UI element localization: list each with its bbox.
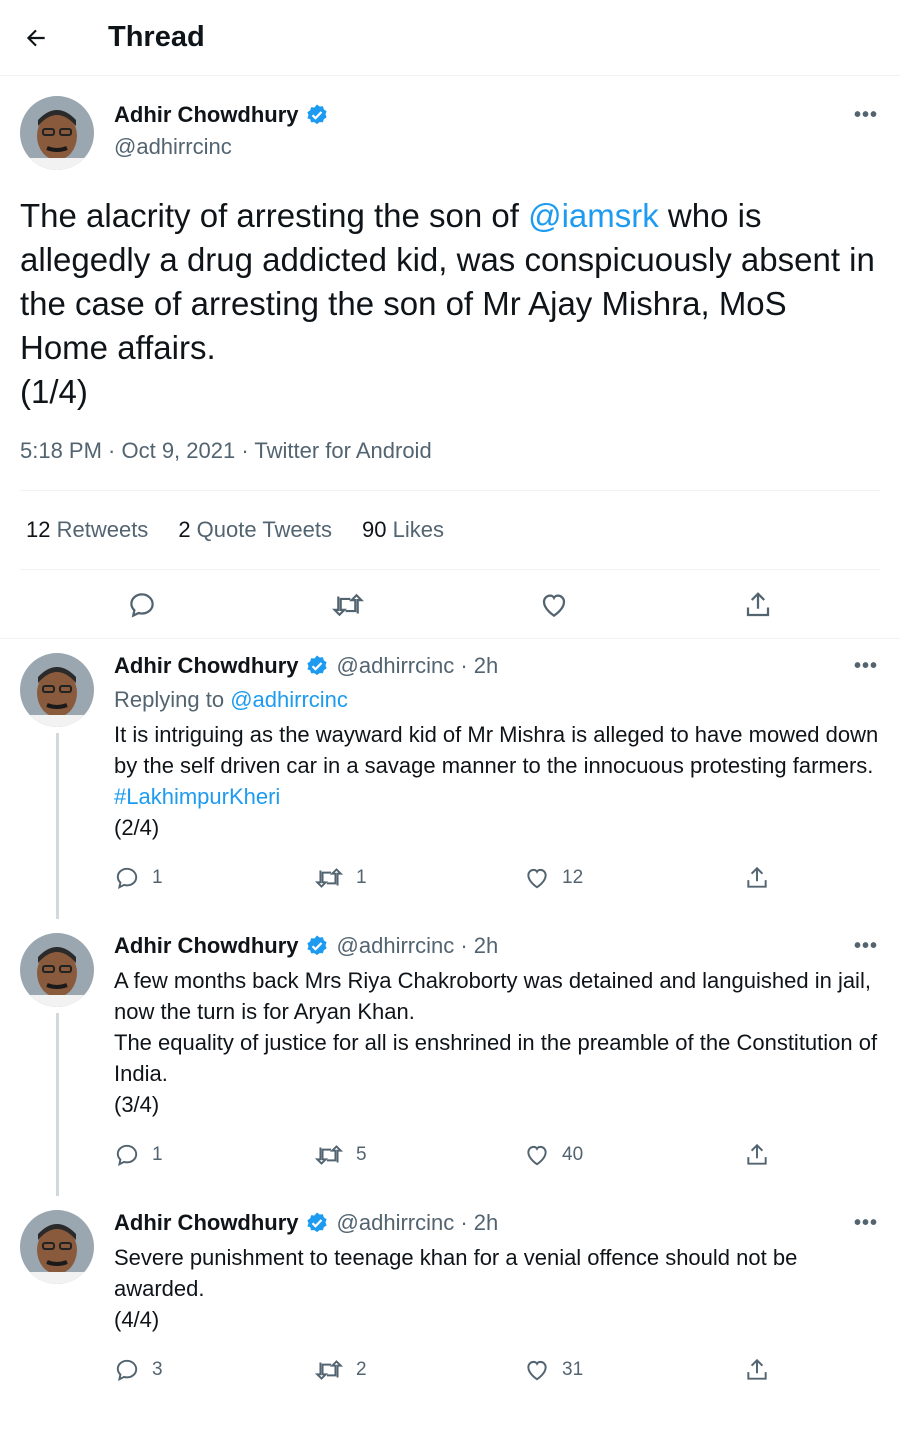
tweet-text: The alacrity of arresting the son of @ia… (20, 197, 875, 410)
share-button[interactable] (744, 1142, 770, 1168)
retweet-button[interactable]: 2 (314, 1357, 524, 1383)
retweet-button[interactable]: 5 (314, 1142, 524, 1168)
more-options-icon[interactable]: ••• (854, 1212, 878, 1235)
tweet-actions (0, 570, 900, 639)
like-heart-icon[interactable] (539, 590, 569, 620)
tweet-stats: 12 Retweets 2 Quote Tweets 90 Likes (20, 491, 880, 570)
verified-badge-icon (305, 103, 329, 127)
retweets-stat[interactable]: 12 Retweets (26, 517, 148, 543)
share-button[interactable] (744, 865, 770, 891)
author-name[interactable]: Adhir Chowdhury (114, 933, 299, 959)
thread-reply: Adhir Chowdhury @adhirrcinc · 2h Severe … (0, 1196, 900, 1411)
more-options-icon[interactable]: ••• (854, 655, 878, 678)
author-name[interactable]: Adhir Chowdhury (114, 653, 299, 679)
reply-button[interactable]: 1 (114, 865, 314, 891)
main-tweet: Adhir Chowdhury @adhirrcinc ••• The alac… (0, 76, 900, 639)
author-name[interactable]: Adhir Chowdhury (114, 1210, 299, 1236)
more-options-icon[interactable]: ••• (854, 104, 878, 127)
like-button[interactable]: 31 (524, 1357, 744, 1383)
thread-reply: Adhir Chowdhury @adhirrcinc · 2h Replyin… (0, 639, 900, 919)
avatar[interactable] (20, 933, 94, 1007)
reply-icon (116, 1144, 138, 1166)
thread-reply: Adhir Chowdhury @adhirrcinc · 2h A few m… (0, 919, 900, 1196)
avatar[interactable] (20, 1210, 94, 1284)
more-options-icon[interactable]: ••• (854, 935, 878, 958)
handle-time[interactable]: @adhirrcinc · 2h (337, 653, 499, 679)
replying-to: Replying to @adhirrcinc (114, 687, 348, 712)
author-handle[interactable]: @adhirrcinc (114, 134, 329, 160)
thread-connector-line (55, 733, 59, 919)
handle-time[interactable]: @adhirrcinc · 2h (337, 933, 499, 959)
like-button[interactable]: 12 (524, 865, 744, 891)
reply-actions: 1 5 40 (114, 1120, 880, 1196)
like-button[interactable]: 40 (524, 1142, 744, 1168)
replying-to-link[interactable]: @adhirrcinc (230, 687, 348, 712)
verified-badge-icon (305, 1211, 329, 1235)
share-icon (747, 866, 767, 888)
mention-link[interactable]: @iamsrk (528, 197, 659, 234)
avatar[interactable] (20, 96, 94, 170)
tweet-meta[interactable]: 5:18 PM · Oct 9, 2021 · Twitter for Andr… (20, 438, 880, 491)
reply-actions: 1 1 12 (114, 843, 880, 919)
retweet-icon (314, 1145, 344, 1165)
thread-part: (1/4) (20, 373, 88, 410)
author-name[interactable]: Adhir Chowdhury (114, 102, 299, 128)
reply-text: Severe punishment to teenage khan for a … (114, 1245, 798, 1332)
reply-icon (116, 867, 138, 889)
likes-stat[interactable]: 90 Likes (362, 517, 444, 543)
hashtag-link[interactable]: #LakhimpurKheri (114, 784, 280, 809)
retweet-button[interactable]: 1 (314, 865, 524, 891)
verified-badge-icon (305, 654, 329, 678)
page-title: Thread (108, 21, 205, 53)
verified-badge-icon (305, 934, 329, 958)
share-button[interactable] (744, 1357, 770, 1383)
like-heart-icon (527, 1145, 547, 1166)
top-bar: Thread (0, 0, 900, 76)
retweet-icon (314, 1360, 344, 1380)
like-heart-icon (527, 868, 547, 889)
handle-time[interactable]: @adhirrcinc · 2h (337, 1210, 499, 1236)
reply-icon (116, 1359, 138, 1381)
reply-text: It is intriguing as the wayward kid of M… (114, 722, 879, 840)
quote-tweets-stat[interactable]: 2 Quote Tweets (178, 517, 332, 543)
thread-connector-line (55, 1013, 59, 1196)
reply-text: A few months back Mrs Riya Chakroborty w… (114, 968, 878, 1117)
back-arrow-icon[interactable] (16, 18, 56, 58)
like-heart-icon (527, 1360, 547, 1381)
retweet-icon (314, 868, 344, 888)
share-icon (747, 1358, 767, 1380)
reply-actions: 3 2 31 (114, 1335, 880, 1411)
retweet-icon[interactable] (331, 590, 365, 620)
reply-icon[interactable] (127, 590, 157, 620)
reply-button[interactable]: 3 (114, 1357, 314, 1383)
share-icon (747, 1143, 767, 1165)
avatar[interactable] (20, 653, 94, 727)
reply-button[interactable]: 1 (114, 1142, 314, 1168)
share-icon[interactable] (743, 590, 773, 620)
